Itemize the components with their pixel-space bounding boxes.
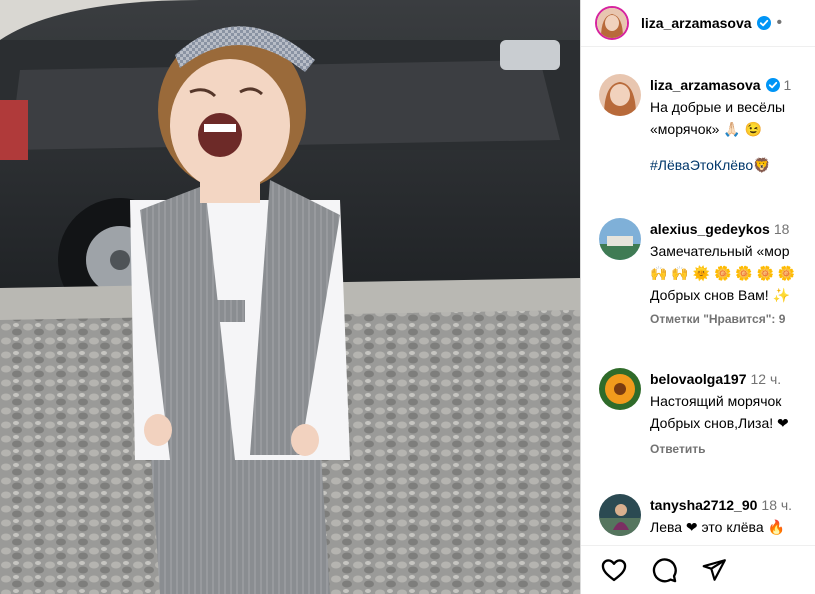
like-heart-icon (601, 559, 627, 582)
instagram-post-view: liza_arzamasova • liza_arzamasova 1 На д… (0, 0, 815, 594)
author-avatar-image (597, 8, 627, 38)
comment-avatar[interactable] (599, 218, 641, 260)
comment-text-line-2: 🙌 🙌 🌞 🌼 🌼 🌼 🌼 (650, 265, 796, 281)
post-header: liza_arzamasova • (581, 0, 815, 47)
post-actions-bar (581, 545, 815, 594)
comment-likes-count[interactable]: Отметки "Нравится": 9 (650, 312, 815, 326)
comment-text-line-1: Замечательный «мор (650, 243, 790, 259)
comment-time[interactable]: 18 ч. (761, 497, 792, 513)
comment-bubble-icon (652, 558, 677, 583)
share-send-icon (702, 559, 726, 581)
comment-button[interactable] (649, 555, 679, 585)
comment-avatar-image (599, 494, 641, 536)
header-dot-separator: • (776, 14, 783, 31)
caption-text-line-1: На добрые и весёлы (650, 99, 786, 115)
comment-avatar-image (599, 368, 641, 410)
caption-avatar-image (599, 74, 641, 116)
comment-text-line-2: Добрых снов,Лиза! ❤ (650, 415, 789, 431)
comment-time[interactable]: 18 (774, 221, 790, 237)
verified-badge-icon (756, 16, 771, 30)
like-button[interactable] (599, 555, 629, 585)
caption-hashtag[interactable]: #ЛёваЭтоКлёво🦁 (650, 154, 815, 176)
comment-avatar-image (599, 218, 641, 260)
caption-avatar[interactable] (599, 74, 641, 116)
comment-body: tanysha2712_90 18 ч. Лева ❤ это клёва 🔥 (650, 494, 815, 538)
reply-button[interactable]: Ответить (650, 442, 815, 456)
comment-username[interactable]: alexius_gedeykos (650, 221, 770, 237)
post-photo[interactable] (0, 0, 580, 594)
comment-text-line-1: Лева ❤ это клёва 🔥 (650, 519, 785, 535)
post-photo-illustration (0, 0, 580, 594)
caption-time[interactable]: 1 (784, 77, 792, 93)
comment-avatar[interactable] (599, 494, 641, 536)
author-avatar[interactable] (595, 6, 629, 40)
comment-text-line-3: Добрых снов Вам! ✨ (650, 287, 790, 303)
comment-username[interactable]: tanysha2712_90 (650, 497, 757, 513)
comment-avatar[interactable] (599, 368, 641, 410)
comment-body: belovaolga197 12 ч. Настоящий морячок Доб… (650, 368, 815, 456)
comment-time[interactable]: 12 ч. (751, 371, 782, 387)
caption-username[interactable]: liza_arzamasova (650, 77, 761, 93)
verified-badge-icon (765, 78, 780, 92)
caption-body: liza_arzamasova 1 На добрые и весёлы «мор… (650, 74, 815, 176)
share-button[interactable] (699, 555, 729, 585)
author-username[interactable]: liza_arzamasova (641, 15, 752, 31)
comment-text-line-1: Настоящий морячок (650, 393, 782, 409)
caption-text-line-2: «морячок» 🙏🏻 😉 (650, 121, 763, 137)
comment-username[interactable]: belovaolga197 (650, 371, 747, 387)
post-side-panel: liza_arzamasova • liza_arzamasova 1 На д… (580, 0, 815, 594)
comment-body: alexius_gedeykos 18 Замечательный «мор 🙌 … (650, 218, 815, 326)
